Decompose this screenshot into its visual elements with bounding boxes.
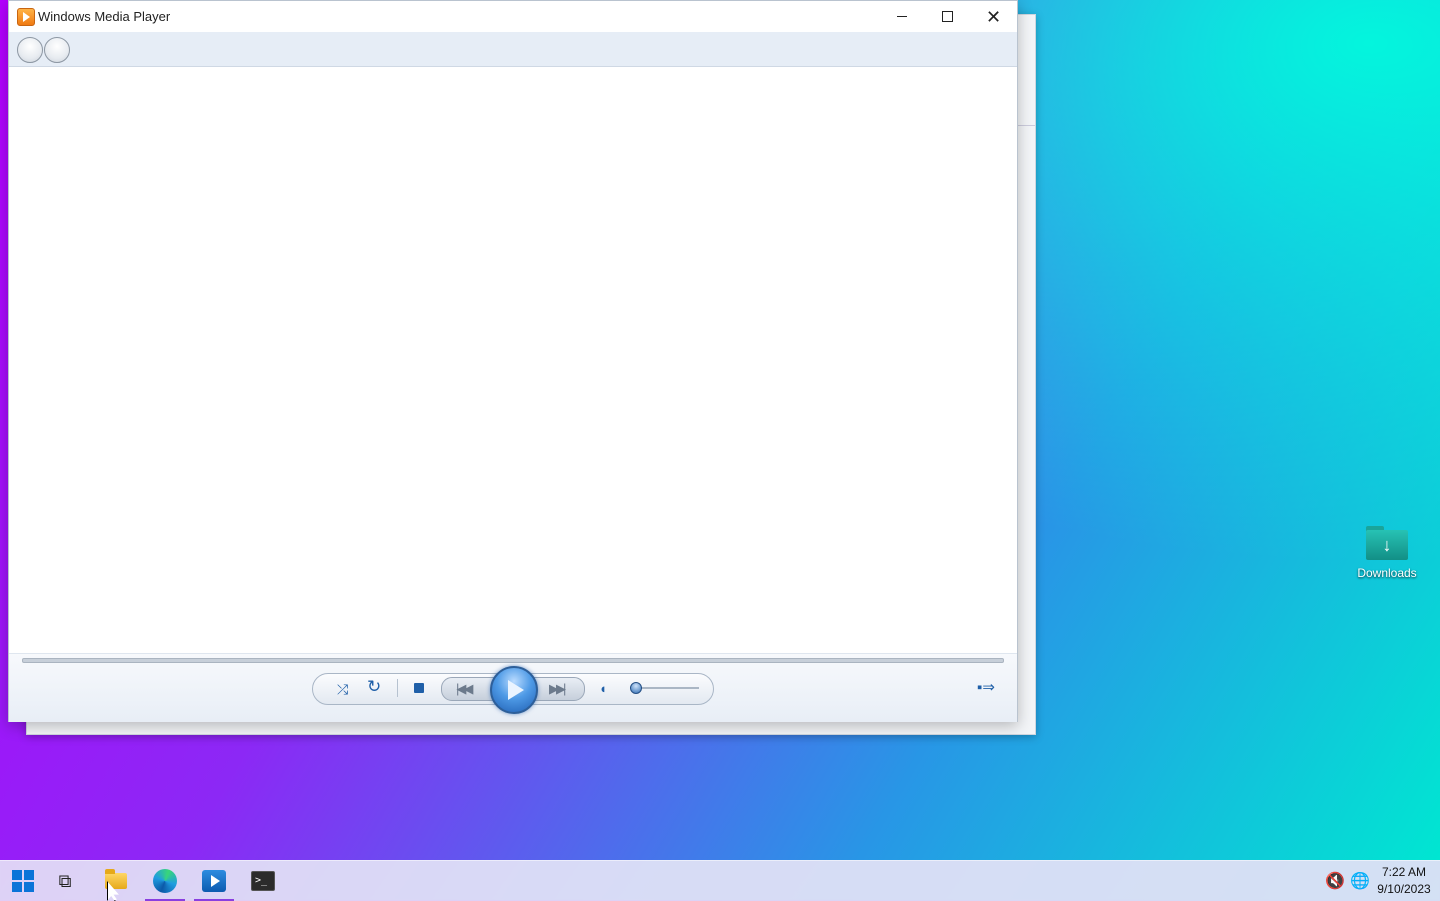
media-player-window[interactable]: Windows Media Player ✕ ⤮ ↻ |◀◀ ▶▶| ◖ ▪⇒	[8, 0, 1018, 722]
desktop-icon-downloads[interactable]: ↓ Downloads	[1352, 526, 1422, 580]
forward-button[interactable]	[44, 37, 70, 63]
media-player-icon	[202, 870, 226, 892]
minimize-icon	[896, 16, 907, 17]
playback-control-bar: ⤮ ↻ |◀◀ ▶▶| ◖ ▪⇒	[9, 653, 1017, 722]
controls-divider	[397, 679, 398, 697]
system-clock[interactable]: 7:22 AM 9/10/2023	[1372, 864, 1436, 898]
library-content-area[interactable]	[9, 67, 1017, 653]
media-player-app-icon	[17, 8, 35, 26]
edge-browser-icon	[153, 869, 177, 893]
title-bar[interactable]: Windows Media Player ✕	[9, 1, 1017, 32]
taskbar-terminal[interactable]: >_	[240, 861, 286, 901]
taskbar-file-explorer[interactable]	[93, 861, 139, 901]
volume-slider-thumb[interactable]	[630, 682, 642, 694]
desktop-icon-label: Downloads	[1357, 566, 1417, 580]
maximize-button[interactable]	[925, 1, 970, 32]
switch-to-now-playing-button[interactable]: ▪⇒	[977, 680, 995, 696]
close-button[interactable]: ✕	[971, 1, 1016, 32]
start-button[interactable]	[0, 861, 46, 901]
network-globe-icon[interactable]: 🌐	[1350, 871, 1370, 891]
maximize-icon	[942, 11, 953, 22]
mute-button[interactable]: ◖	[599, 681, 607, 697]
clock-date: 9/10/2023	[1377, 882, 1431, 896]
seek-bar[interactable]	[22, 658, 1004, 663]
minimize-button[interactable]	[879, 1, 924, 32]
shuffle-button[interactable]: ⤮	[337, 681, 348, 697]
taskbar: ⧉ >_	[0, 860, 1440, 901]
navigation-bar	[9, 32, 1017, 67]
downloads-folder-icon: ↓	[1366, 526, 1408, 560]
play-button[interactable]	[490, 666, 538, 714]
back-button[interactable]	[17, 37, 43, 63]
previous-button[interactable]: |◀◀	[456, 681, 473, 697]
windows-logo-icon	[12, 870, 34, 892]
task-view-button[interactable]: ⧉	[42, 861, 88, 901]
clock-time: 7:22 AM	[1381, 865, 1427, 879]
stop-button[interactable]	[414, 683, 424, 693]
task-view-icon: ⧉	[58, 870, 72, 891]
next-button[interactable]: ▶▶|	[549, 681, 566, 697]
terminal-icon: >_	[251, 871, 275, 891]
close-icon: ✕	[985, 6, 1002, 27]
repeat-button[interactable]: ↻	[367, 678, 381, 695]
taskbar-windows-media-player[interactable]	[191, 861, 237, 901]
volume-muted-icon[interactable]: 🔇	[1325, 871, 1345, 891]
window-title: Windows Media Player	[38, 9, 171, 24]
taskbar-microsoft-edge[interactable]	[142, 861, 188, 901]
